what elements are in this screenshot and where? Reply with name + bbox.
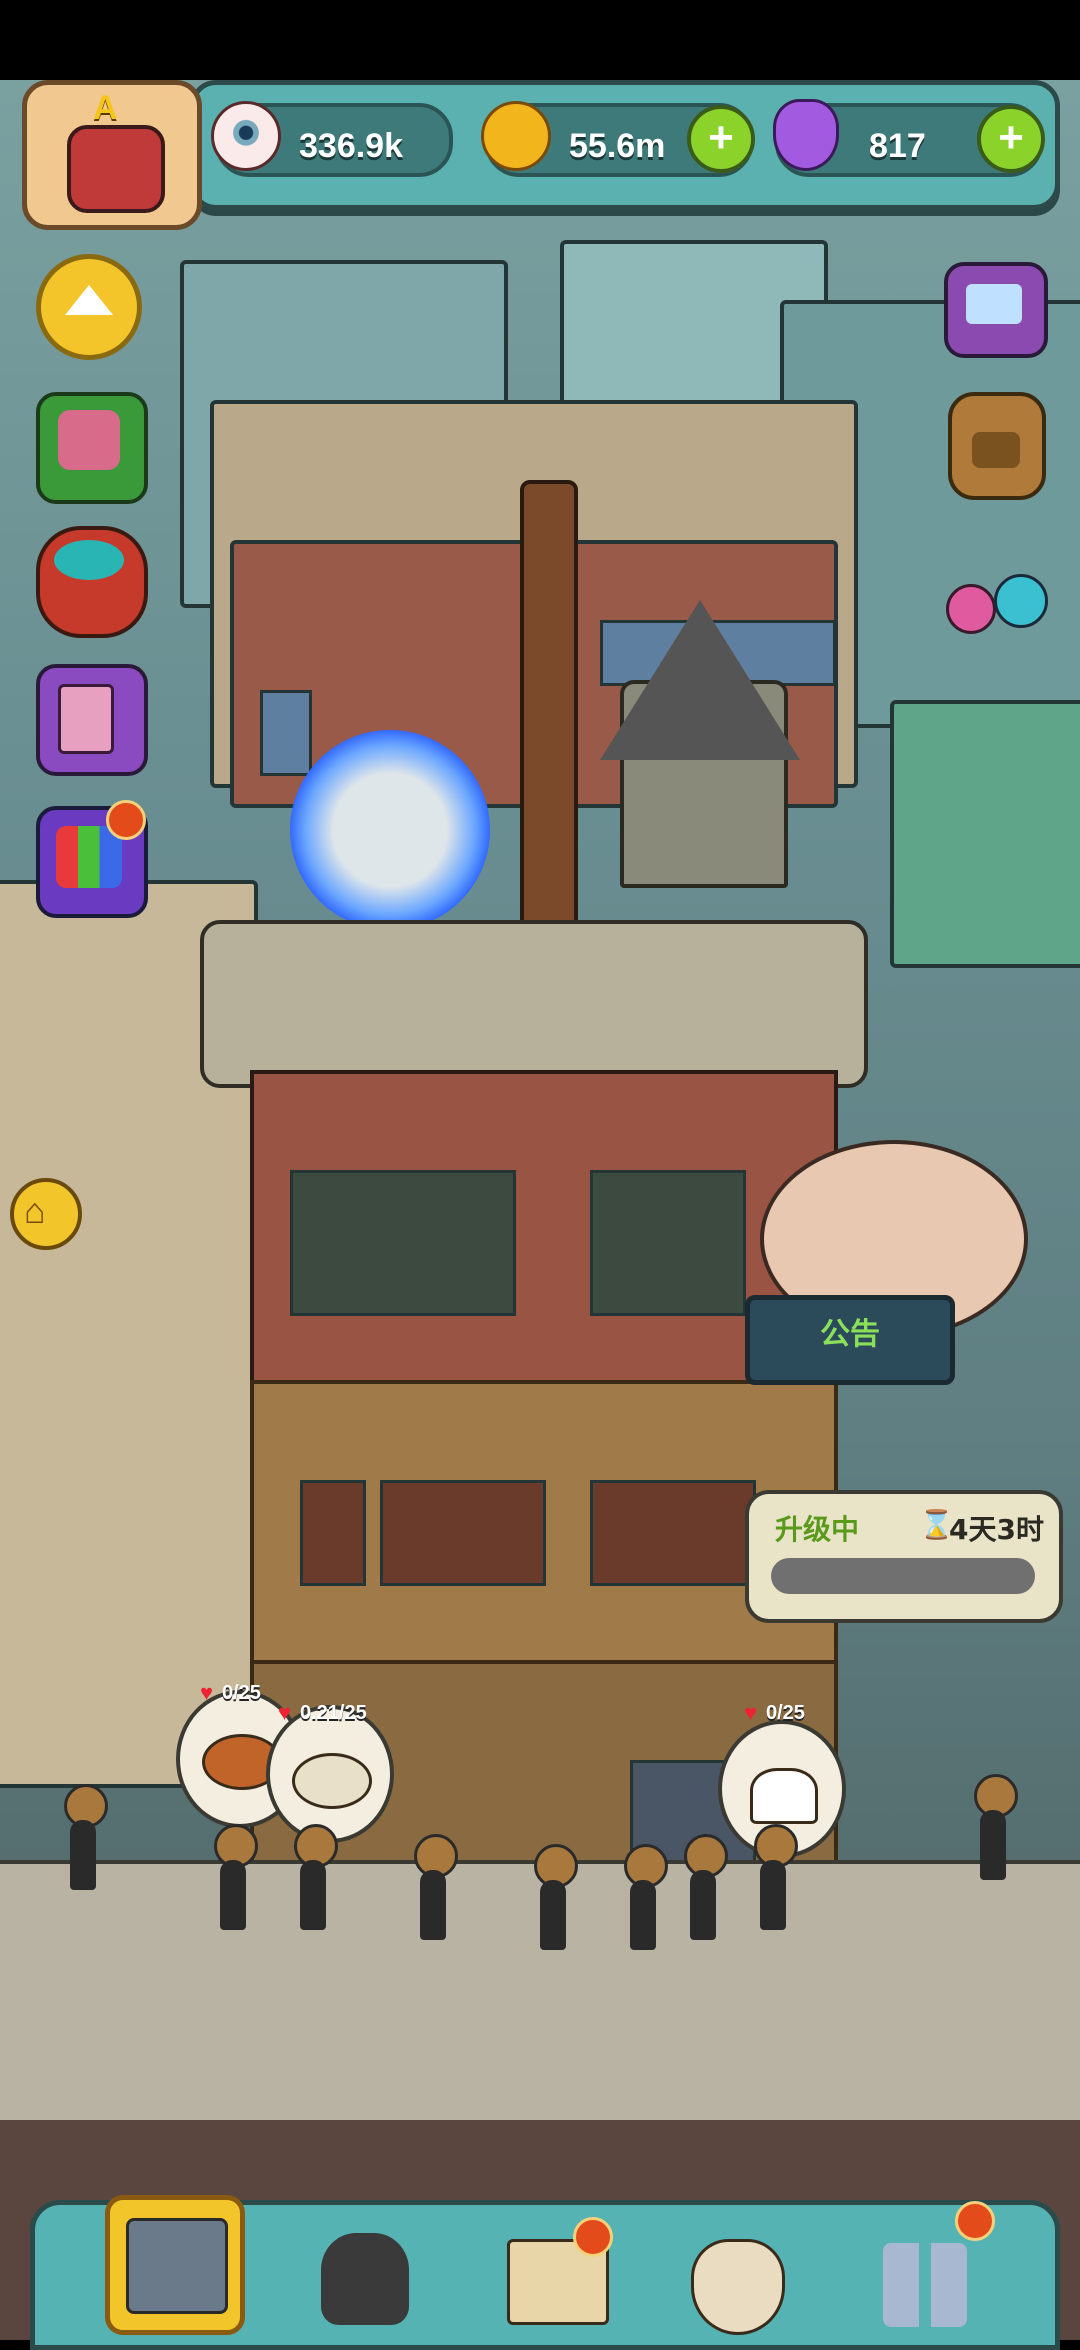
backpack-icon — [972, 432, 1020, 468]
cards-icon — [58, 684, 114, 754]
grid-menu-tab[interactable] — [865, 2225, 985, 2335]
backpack-button[interactable] — [948, 392, 1046, 500]
eyes-pill[interactable]: 336.9k — [211, 101, 453, 177]
rice-ball-icon — [750, 1768, 818, 1824]
request-label: 0.21/25 — [300, 1702, 367, 1724]
tv-video-button[interactable] — [944, 262, 1048, 358]
request-label: 0/25 — [222, 1682, 261, 1704]
notification-badge — [955, 2201, 995, 2241]
tower-roof — [200, 920, 868, 1088]
eyeball-icon — [211, 101, 281, 171]
window — [380, 1480, 546, 1586]
coins-value: 55.6m — [569, 127, 666, 165]
heart-icon: ♥ — [744, 1700, 758, 1725]
eyes-value: 336.9k — [299, 127, 403, 165]
eggs-plate-icon — [292, 1753, 372, 1809]
game-scene — [0, 80, 1080, 2340]
window — [300, 1480, 366, 1586]
grid-menu-icon — [883, 2243, 967, 2327]
fruit-basket-icon — [54, 540, 124, 580]
right-roof — [890, 700, 1080, 968]
window — [260, 690, 312, 776]
request-label: 0/25 — [766, 1702, 805, 1724]
potions-pill[interactable]: 817 + — [773, 99, 1045, 177]
monster-eyes-icon — [946, 584, 996, 634]
upgrade-bubble[interactable]: 升级中 ⌛ 4天3时 — [745, 1490, 1063, 1623]
upgrade-status: 升级中 — [775, 1513, 860, 1546]
notification-badge — [573, 2217, 613, 2257]
potion-icon — [773, 99, 839, 171]
home-button[interactable]: ⌂ — [10, 1178, 82, 1250]
potions-value: 817 — [869, 127, 926, 165]
money-bag-icon — [691, 2239, 785, 2335]
home-icon: ⌂ — [24, 1190, 46, 1231]
coins-pill[interactable]: 55.6m + — [481, 101, 755, 177]
window — [590, 1170, 746, 1316]
monster-chef-tab[interactable] — [305, 2225, 425, 2335]
fruit-basket-button[interactable] — [36, 526, 148, 638]
upgrade-timer: 4天3时 — [949, 1513, 1044, 1546]
kitchen-tab[interactable] — [105, 2195, 245, 2335]
monster-eyes-icon-2 — [994, 574, 1048, 628]
window — [290, 1170, 516, 1316]
gift-box-icon — [58, 410, 120, 470]
cards-button[interactable] — [36, 664, 148, 776]
player-avatar[interactable]: A — [22, 80, 202, 230]
monster-chef-icon — [321, 2233, 409, 2325]
notice-sign[interactable]: 公告 — [745, 1295, 955, 1385]
bottom-nav — [30, 2195, 1060, 2350]
present-icon — [56, 826, 122, 888]
player-avatar-icon — [67, 125, 165, 213]
gift-box-button[interactable] — [36, 392, 148, 504]
up-arrow-icon — [65, 285, 113, 315]
kitchen-stove-icon — [126, 2218, 228, 2314]
notice-sign-label: 公告 — [820, 1317, 880, 1352]
blue-portal[interactable] — [290, 730, 490, 930]
notification-badge — [106, 800, 146, 840]
coin-icon — [481, 101, 551, 171]
monster-eyes-button[interactable] — [940, 540, 1050, 640]
upgrade-progress-track — [771, 1558, 1035, 1594]
add-potions-button[interactable]: + — [977, 105, 1045, 173]
money-bag-tab[interactable] — [675, 2225, 795, 2335]
heart-icon: ♥ — [200, 1680, 214, 1705]
rank-letter: A — [93, 89, 118, 127]
resource-bar: 336.9k 55.6m + 817 + — [190, 80, 1060, 210]
collapse-menu-button[interactable] — [36, 254, 142, 360]
tv-video-icon — [966, 284, 1022, 324]
hut-roof — [600, 600, 800, 760]
window — [590, 1480, 756, 1586]
add-coins-button[interactable]: + — [687, 105, 755, 173]
heart-icon: ♥ — [278, 1700, 292, 1725]
